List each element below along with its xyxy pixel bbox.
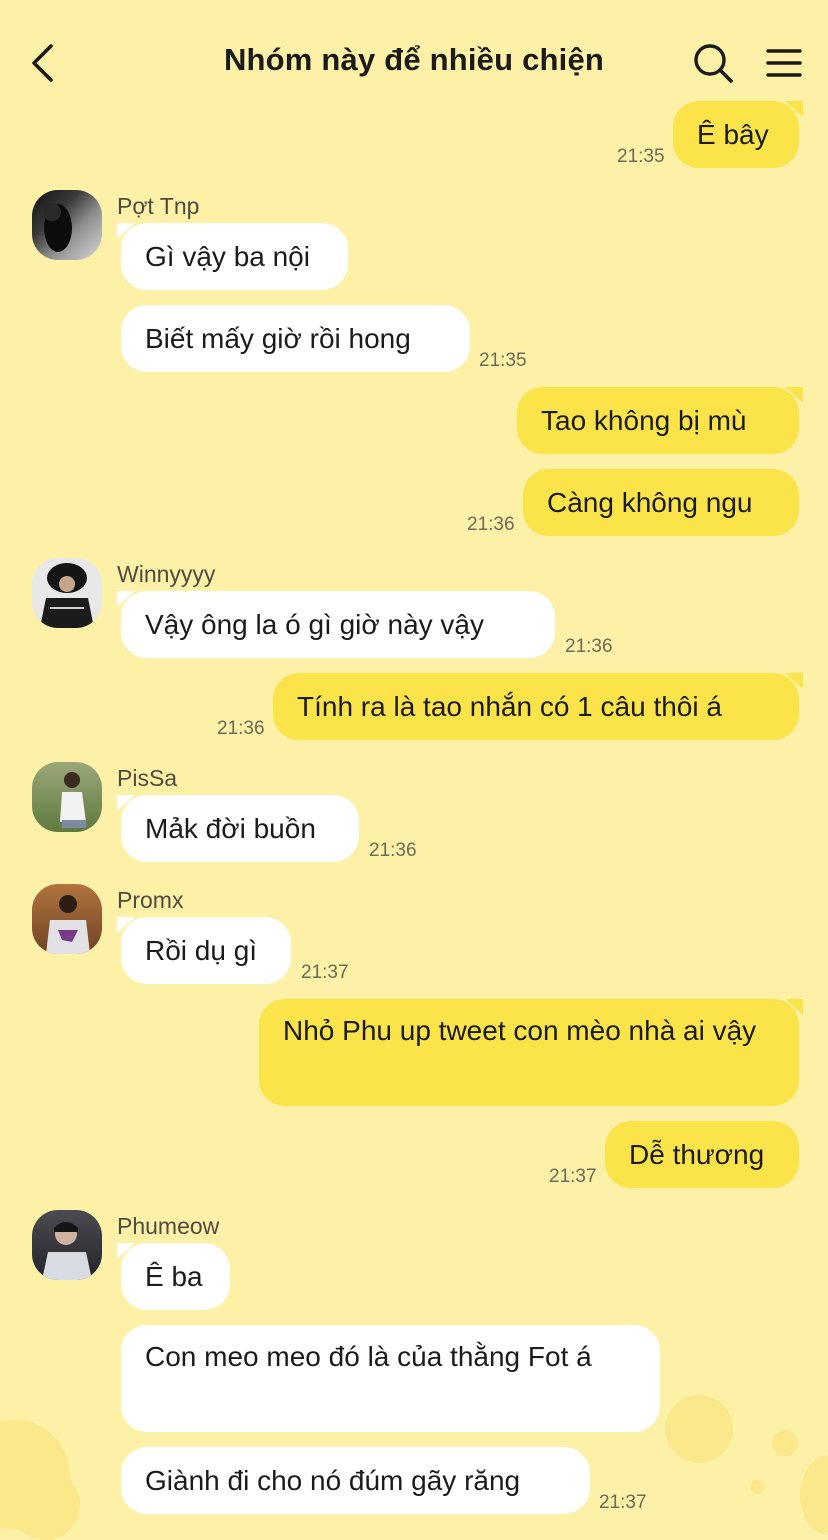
chat-title: Nhóm này để nhiều chiện [223, 42, 605, 77]
message-bubble-outgoing[interactable]: Dễ thương [605, 1121, 799, 1188]
message-bubble-incoming[interactable]: Ê ba [117, 1243, 230, 1310]
message-bubble-incoming[interactable]: Giành đi cho nó đúm gãy răng [121, 1447, 590, 1514]
avatar-image [60, 772, 86, 828]
message-time: 21:36 [369, 840, 417, 861]
message-bubble-incoming[interactable]: Gì vậy ba nội [117, 223, 348, 290]
message-bubble-outgoing[interactable]: Càng không ngu [523, 469, 799, 536]
message-time: 21:36 [217, 718, 265, 739]
message-bubble-outgoing[interactable]: Tính ra là tao nhắn có 1 câu thôi á [273, 673, 803, 740]
message-time: 21:36 [467, 514, 515, 535]
message-bubble-incoming[interactable]: Con meo meo đó là của thằng Fot á [121, 1325, 660, 1432]
message-bubble-incoming[interactable]: Rồi dụ gì [117, 917, 291, 984]
message-bubble-incoming[interactable]: Mảk đời buồn [117, 795, 359, 862]
avatar-image [46, 895, 90, 954]
message-bubble-outgoing[interactable]: Nhỏ Phu up tweet con mèo nhà ai vậy [259, 999, 803, 1106]
chevron-left-icon [32, 44, 53, 82]
avatar-image [43, 203, 72, 252]
sender-name: PisSa [117, 765, 178, 791]
search-icon [694, 44, 733, 83]
message-time: 21:36 [565, 636, 613, 657]
message-bubble-outgoing[interactable]: Tao không bị mù [517, 387, 803, 454]
back-button[interactable] [24, 38, 64, 88]
message-time: 21:35 [617, 146, 665, 167]
avatar[interactable] [32, 190, 102, 260]
chat-header: Nhóm này để nhiều chiện [0, 0, 828, 124]
menu-icon [766, 49, 802, 77]
message-bubble-incoming[interactable]: Biết mấy giờ rồi hong [121, 305, 470, 372]
sender-name: Promx [117, 887, 184, 913]
search-button[interactable] [690, 40, 736, 86]
avatar[interactable] [32, 762, 102, 832]
message-time: 21:37 [301, 962, 349, 983]
message-time: 21:37 [599, 1492, 647, 1513]
avatar[interactable] [32, 558, 102, 628]
avatar-image [42, 1222, 92, 1280]
sender-name: Phumeow [117, 1213, 220, 1239]
avatar[interactable] [32, 1210, 102, 1280]
message-time: 21:35 [479, 350, 527, 371]
sender-name: Winnyyyy [117, 561, 216, 587]
message-list: 21:35 Ê bây Pợt Tnp Gì vậy ba nội Biết m… [0, 0, 828, 1522]
avatar[interactable] [32, 884, 102, 954]
sender-name: Pợt Tnp [117, 193, 200, 219]
avatar-image [40, 563, 94, 628]
message-bubble-incoming[interactable]: Vậy ông la ó gì giờ này vậy [117, 591, 555, 658]
message-time: 21:37 [549, 1166, 597, 1187]
menu-button[interactable] [763, 43, 805, 83]
